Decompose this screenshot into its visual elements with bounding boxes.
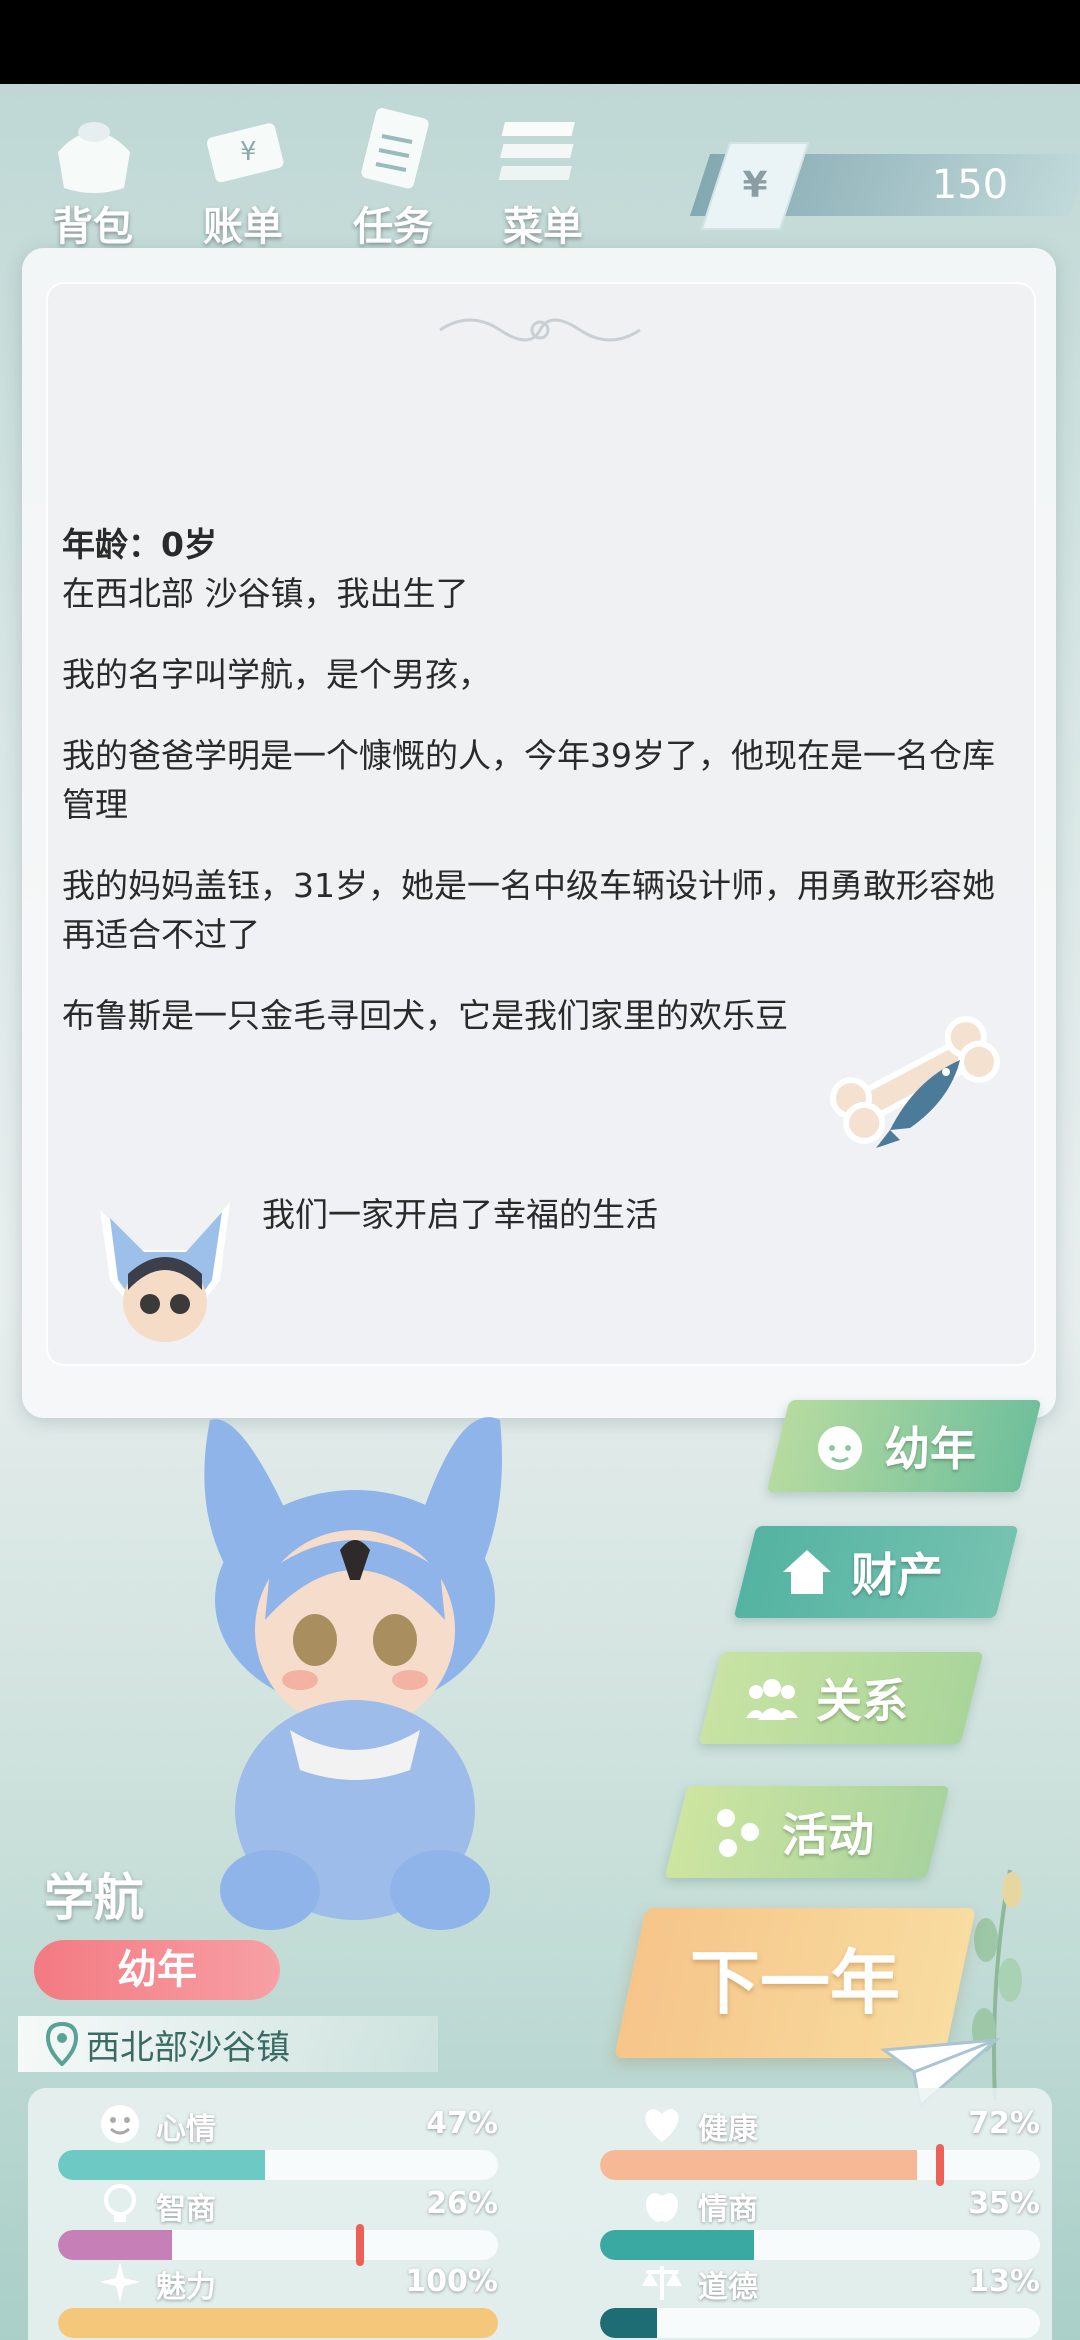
bag-label: 背包 [53,204,133,250]
currency-icon: ¥ [700,142,810,230]
stat-fill [58,2150,265,2180]
bill-button[interactable]: ¥ 账单 [178,94,308,250]
menu-button[interactable]: 菜单 [478,94,608,250]
stat-track [600,2308,1040,2338]
stat-name: 情商 [698,2192,758,2227]
youth-button[interactable]: 幼年 [766,1400,1042,1492]
smiley-icon [101,2105,139,2143]
svg-text:¥: ¥ [240,137,257,167]
task-label: 任务 [353,204,433,250]
story-ending: 我们一家开启了幸福的生活 [262,1195,658,1234]
stat-value: 47% [426,2106,498,2141]
status-bar [0,0,1080,84]
activities-button[interactable]: 活动 [664,1786,950,1878]
stat-fill [600,2308,658,2338]
youth-label: 幼年 [884,1422,976,1476]
stat-mood: 心情 47% [58,2098,498,2180]
assets-label: 财产 [851,1548,943,1602]
bone-fish-icon [830,1016,1000,1148]
relations-label: 关系 [816,1674,908,1728]
stat-track [58,2308,498,2338]
story-text: 年龄：0岁 在西北部 沙谷镇，我出生了 我的名字叫学航，是个男孩， 我的爸爸学明… [62,520,1002,1072]
stat-track [58,2150,498,2180]
relations-button[interactable]: 关系 [698,1652,984,1744]
story-paragraph: 布鲁斯是一只金毛寻回犬，它是我们家里的欢乐豆 [62,996,788,1035]
stat-value: 26% [426,2186,498,2221]
stat-value: 13% [968,2264,1040,2299]
story-paragraph: 我的爸爸学明是一个慷慨的人，今年39岁了，他现在是一名仓库管理 [62,736,995,824]
assets-button[interactable]: 财产 [733,1526,1019,1618]
player-name: 学航 [44,1869,144,1927]
task-icon [361,108,429,189]
stat-value: 35% [968,2186,1040,2221]
stat-morality: 道德 13% [600,2256,1040,2338]
stat-name: 智商 [156,2192,216,2227]
stat-track [600,2150,1040,2180]
story-paragraph: 在西北部 沙谷镇，我出生了 [62,574,469,613]
story-paragraph: 我的名字叫学航，是个男孩， [62,655,491,694]
stat-value: 100% [405,2264,498,2299]
stat-name: 道德 [698,2270,758,2305]
people-icon [746,1679,798,1720]
stat-name: 心情 [156,2112,216,2147]
menu-label: 菜单 [503,204,583,250]
age-line: 年龄：0岁 [62,525,217,564]
stat-name: 魅力 [156,2270,216,2305]
player-character-icon[interactable] [180,1400,530,1960]
baby-face-icon [818,1426,862,1470]
apple-icon [646,2193,678,2222]
bag-button[interactable]: 背包 [28,94,158,250]
character-portrait-icon [100,1202,230,1342]
stat-fill [600,2150,917,2180]
stat-fill [58,2308,498,2338]
menu-icon [498,122,576,180]
ornament-icon [439,318,641,342]
stat-value: 72% [968,2106,1040,2141]
location-bar: 西北部沙谷镇 [18,2016,438,2072]
scale-icon [642,2266,682,2300]
stat-eq: 情商 35% [600,2178,1040,2260]
heart-icon [645,2109,679,2142]
story-paragraph: 我的妈妈盖钰，31岁，她是一名中级车辆设计师，用勇敢形容她再适合不过了 [62,866,995,954]
lightbulb-icon [104,2184,136,2222]
stat-iq: 智商 26% [58,2178,498,2266]
money-value: 150 [931,162,1009,208]
stat-charm: 魅力 100% [58,2256,498,2338]
top-toolbar: 背包 ¥ 账单 任务 菜单 ¥ 150 [0,84,1080,254]
bill-label: 账单 [203,204,283,250]
stats-panel: 心情 47% 健康 72% 智商 26% 情商 35% 魅力 100% 道德 1… [28,2088,1052,2340]
life-stage-badge: 幼年 [34,1940,280,2000]
bag-icon [58,122,130,193]
bill-icon: ¥ [206,123,284,183]
location-text: 西北部沙谷镇 [86,2027,290,2068]
activities-label: 活动 [782,1808,874,1862]
stat-health: 健康 72% [600,2098,1040,2186]
sparkle-icon [100,2262,140,2302]
location-pin-icon [45,2022,79,2066]
task-button[interactable]: 任务 [328,94,458,250]
activity-dots-icon [717,1809,759,1857]
stat-name: 健康 [698,2112,758,2147]
house-icon [783,1550,831,1594]
